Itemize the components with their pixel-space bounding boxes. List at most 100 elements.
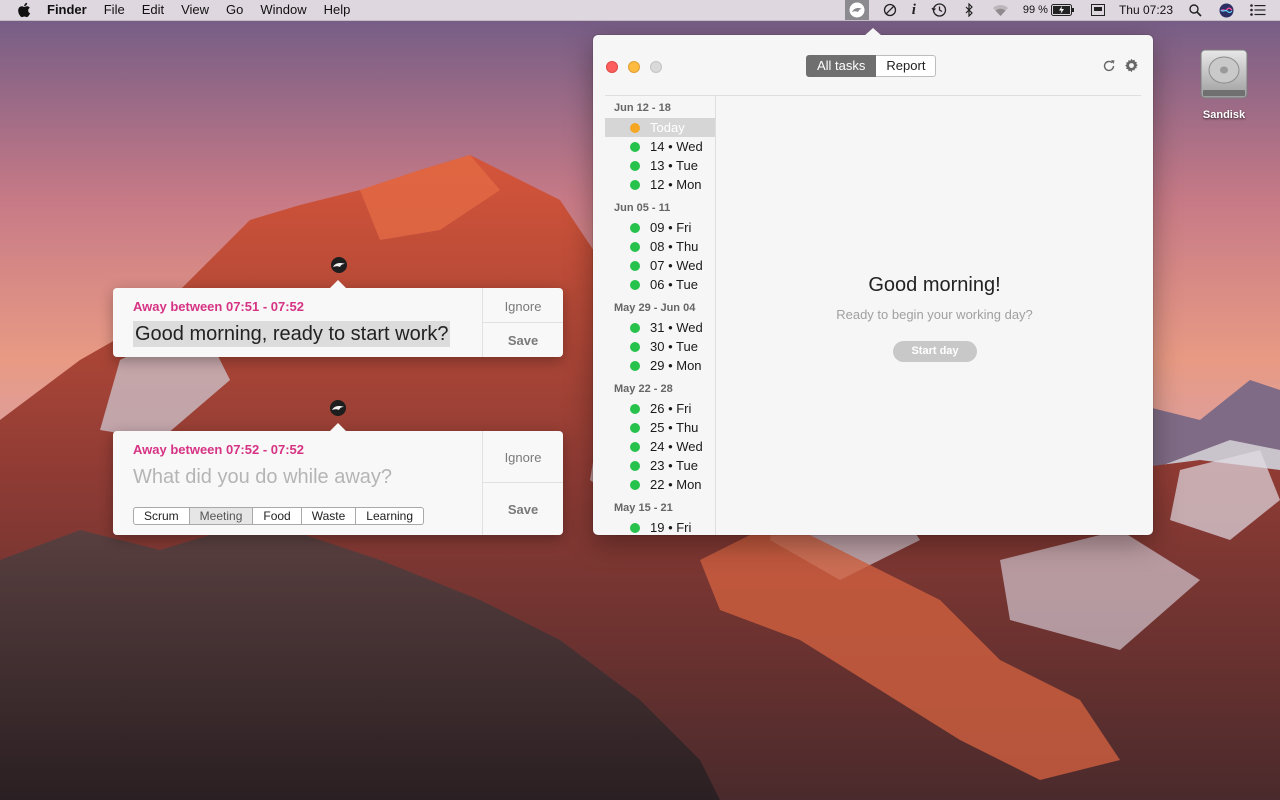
zoom-button[interactable] — [650, 61, 662, 73]
window-controls — [606, 61, 672, 73]
day-label: 09 • Fri — [650, 220, 692, 235]
status-dot — [630, 241, 640, 252]
notification-center-icon[interactable] — [1250, 0, 1266, 20]
status-dot — [630, 160, 640, 171]
status-dot — [630, 141, 640, 152]
divider — [483, 482, 563, 483]
apple-menu-icon[interactable] — [17, 2, 33, 18]
day-item[interactable]: 30 • Tue — [605, 337, 715, 356]
day-label: 14 • Wed — [650, 139, 703, 154]
away-notification-1: Away between 07:51 - 07:52 Good morning,… — [113, 280, 563, 357]
siri-icon[interactable] — [1219, 0, 1234, 20]
away-activity-input[interactable]: What did you do while away? — [133, 466, 392, 489]
hard-drive-icon — [1200, 49, 1248, 99]
tag-learning[interactable]: Learning — [356, 507, 425, 525]
day-label: 22 • Mon — [650, 477, 702, 492]
tracker-window: All tasks Report Jun 12 - 18 Today 14 • … — [593, 35, 1153, 535]
battery-icon[interactable] — [1050, 4, 1075, 16]
tag-meeting[interactable]: Meeting — [189, 507, 254, 525]
day-label: 23 • Tue — [650, 458, 698, 473]
day-item[interactable]: 06 • Tue — [605, 275, 715, 294]
time-machine-icon[interactable] — [931, 0, 947, 20]
notification-pointer — [330, 280, 346, 288]
day-label: 24 • Wed — [650, 439, 703, 454]
menu-help[interactable]: Help — [324, 0, 351, 20]
start-day-button[interactable]: Start day — [893, 341, 977, 362]
divider — [483, 322, 563, 323]
day-item[interactable]: 12 • Mon — [605, 175, 715, 194]
bluetooth-icon[interactable] — [965, 0, 974, 20]
day-label: 08 • Thu — [650, 239, 699, 254]
status-dot — [630, 360, 640, 371]
day-item[interactable]: 07 • Wed — [605, 256, 715, 275]
tab-report[interactable]: Report — [876, 55, 937, 77]
status-dot — [630, 403, 640, 414]
week-group: May 15 - 21 19 • Fri — [605, 498, 715, 535]
ignore-button[interactable]: Ignore — [483, 299, 563, 314]
save-button[interactable]: Save — [483, 502, 563, 517]
do-not-disturb-icon[interactable] — [883, 0, 897, 20]
refresh-icon[interactable] — [1102, 59, 1116, 73]
menu-go[interactable]: Go — [226, 0, 243, 20]
save-button[interactable]: Save — [483, 333, 563, 348]
week-group: May 29 - Jun 04 31 • Wed 30 • Tue 29 • M… — [605, 298, 715, 375]
activity-tag-selector: Scrum Meeting Food Waste Learning — [133, 507, 425, 525]
tag-food[interactable]: Food — [253, 507, 302, 525]
menu-clock[interactable]: Thu 07:23 — [1119, 0, 1173, 20]
app-tracker-icon[interactable] — [844, 0, 869, 20]
day-label: 06 • Tue — [650, 277, 698, 292]
status-dot — [630, 222, 640, 233]
sandisk-drive[interactable]: Sandisk — [1194, 46, 1254, 121]
spotlight-icon[interactable] — [1189, 0, 1202, 20]
day-label: 25 • Thu — [650, 420, 699, 435]
status-dot — [630, 479, 640, 490]
week-range-label: Jun 05 - 11 — [614, 202, 671, 214]
ignore-button[interactable]: Ignore — [483, 450, 563, 465]
screen-icon[interactable] — [1090, 0, 1105, 20]
day-item[interactable]: 14 • Wed — [605, 137, 715, 156]
status-dot — [630, 179, 640, 190]
day-label: 30 • Tue — [650, 339, 698, 354]
day-item-today[interactable]: Today — [605, 118, 715, 137]
minimize-button[interactable] — [628, 61, 640, 73]
wifi-icon[interactable] — [992, 0, 1009, 20]
day-list-sidebar: Jun 12 - 18 Today 14 • Wed 13 • Tue 12 •… — [605, 96, 716, 535]
status-dot — [630, 422, 640, 433]
day-item[interactable]: 09 • Fri — [605, 218, 715, 237]
day-item[interactable]: 31 • Wed — [605, 318, 715, 337]
gear-icon[interactable] — [1124, 58, 1139, 73]
away-time-label: Away between 07:51 - 07:52 — [133, 299, 305, 314]
day-item[interactable]: 22 • Mon — [605, 475, 715, 494]
day-label: Today — [650, 120, 685, 135]
tab-all-tasks[interactable]: All tasks — [806, 55, 877, 77]
tag-scrum[interactable]: Scrum — [133, 507, 190, 525]
app-tracker-icon — [329, 399, 347, 422]
menu-file[interactable]: File — [104, 0, 125, 20]
day-item[interactable]: 23 • Tue — [605, 456, 715, 475]
menu-view[interactable]: View — [181, 0, 209, 20]
week-range-label: May 22 - 28 — [614, 383, 673, 395]
day-detail-panel: Good morning! Ready to begin your workin… — [716, 96, 1153, 535]
away-notification-2: Away between 07:52 - 07:52 What did you … — [113, 423, 563, 535]
day-label: 12 • Mon — [650, 177, 702, 192]
day-label: 29 • Mon — [650, 358, 702, 373]
day-item[interactable]: 24 • Wed — [605, 437, 715, 456]
info-icon[interactable]: i — [912, 0, 916, 20]
day-item[interactable]: 26 • Fri — [605, 399, 715, 418]
status-dot — [630, 122, 640, 133]
week-group: Jun 05 - 11 09 • Fri 08 • Thu 07 • Wed 0… — [605, 198, 715, 294]
tag-waste[interactable]: Waste — [301, 507, 357, 525]
menu-app-name[interactable]: Finder — [47, 0, 87, 20]
day-item[interactable]: 08 • Thu — [605, 237, 715, 256]
menu-edit[interactable]: Edit — [142, 0, 164, 20]
app-tracker-icon — [330, 256, 348, 279]
day-item[interactable]: 29 • Mon — [605, 356, 715, 375]
day-item[interactable]: 25 • Thu — [605, 418, 715, 437]
day-item[interactable]: 13 • Tue — [605, 156, 715, 175]
day-item[interactable]: 19 • Fri — [605, 518, 715, 535]
week-range-label: May 15 - 21 — [614, 502, 673, 514]
close-button[interactable] — [606, 61, 618, 73]
status-dot — [630, 279, 640, 290]
status-dot — [630, 260, 640, 271]
menu-window[interactable]: Window — [260, 0, 306, 20]
